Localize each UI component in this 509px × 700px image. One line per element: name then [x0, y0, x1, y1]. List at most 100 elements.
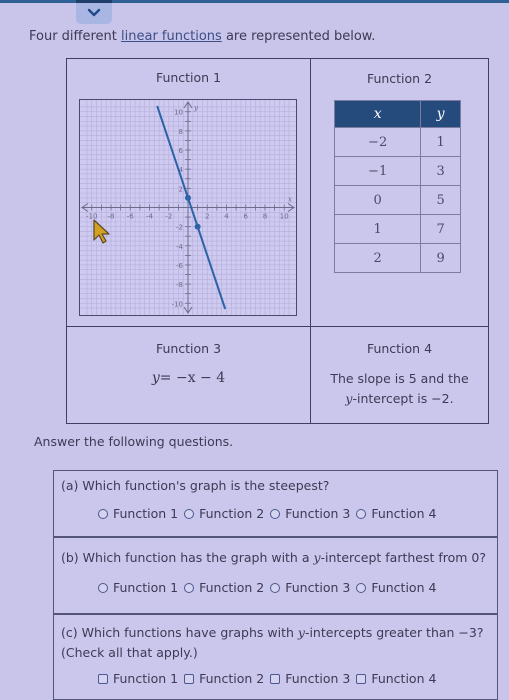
cell-x: 0 — [333, 185, 422, 215]
question-c-text-after: -intercepts greater than −3? — [304, 625, 484, 640]
option-label: Function 3 — [285, 580, 351, 595]
x-tick-label: -2 — [165, 213, 172, 221]
chevron-down-icon — [87, 8, 101, 16]
cell-x: −2 — [333, 127, 422, 157]
checkbox[interactable] — [98, 673, 108, 684]
option-label: Function 1 — [113, 580, 179, 595]
question-c-option-1[interactable]: Function 1 — [98, 671, 178, 686]
function-4-cell: Function 4 The slope is 5 and the y-inte… — [311, 327, 488, 423]
y-tick-label: -6 — [176, 262, 184, 270]
cell-y: 9 — [420, 243, 461, 273]
radio-button[interactable] — [98, 582, 108, 593]
cell-x: 1 — [333, 214, 422, 244]
intro-text: Four different linear functions are repr… — [29, 29, 375, 44]
function-1-title: Function 1 — [155, 70, 222, 85]
description-line-1: The slope is 5 and the — [330, 371, 469, 386]
radio-button[interactable] — [356, 582, 367, 593]
cell-x: 2 — [333, 243, 422, 273]
question-b: (b) Which function has the graph with a … — [53, 537, 498, 614]
question-a-text: (a) Which function's graph is the steepe… — [61, 478, 330, 493]
option-label: Function 4 — [371, 506, 437, 521]
checkbox[interactable] — [270, 673, 281, 684]
function-4-title: Function 4 — [366, 341, 433, 356]
function-4-description: The slope is 5 and the y-intercept is −2… — [311, 369, 488, 409]
question-b-option-2[interactable]: Function 2 — [184, 580, 264, 595]
question-b-option-4[interactable]: Function 4 — [356, 580, 436, 595]
table-row: 05 — [333, 185, 461, 215]
radio-button[interactable] — [184, 582, 195, 593]
question-a-options: Function 1 Function 2 Function 3 Function 4 — [98, 506, 436, 521]
question-a-option-2[interactable]: Function 2 — [184, 506, 264, 521]
question-b-text-before: (b) Which function has the graph with a — [61, 550, 314, 565]
question-c-line-2: (Check all that apply.) — [61, 645, 198, 660]
header-x: x — [333, 100, 422, 128]
table-row: −1 3 — [333, 156, 461, 186]
description-line-2: y-intercept is −2. — [311, 389, 488, 409]
intro-before: Four different — [29, 29, 122, 44]
header-y: y — [420, 100, 461, 128]
x-tick-label: 4 — [224, 213, 229, 221]
linear-functions-link[interactable]: linear functions — [121, 29, 222, 44]
option-label: Function 4 — [371, 671, 437, 686]
option-label: Function 2 — [199, 580, 265, 595]
radio-button[interactable] — [98, 508, 108, 519]
answer-instructions: Answer the following questions. — [34, 434, 234, 449]
question-c-options: Function 1 Function 2 Function 3 Function 4 — [98, 671, 436, 686]
radio-button[interactable] — [270, 582, 281, 593]
option-label: Function 4 — [371, 580, 437, 595]
question-b-option-1[interactable]: Function 1 — [98, 580, 178, 595]
x-tick-label: 6 — [244, 213, 249, 221]
x-tick-label: 8 — [263, 213, 267, 221]
function-1-cell: Function 1 -10 -8 -6 -4 -2 2 4 6 8 10 10 8 6 4 2 -2 -4 -6… — [67, 59, 311, 327]
y-tick-label: 6 — [179, 147, 184, 155]
table-row: 17 — [333, 214, 461, 244]
question-a-option-3[interactable]: Function 3 — [270, 506, 350, 521]
question-c-text: (c) Which functions have graphs with y-i… — [61, 623, 484, 663]
function-3-cell: Function 3 y= −x − 4 — [67, 327, 311, 423]
checkbox[interactable] — [356, 673, 367, 684]
cell-y: 5 — [420, 185, 461, 215]
cell-y: 7 — [420, 214, 461, 244]
plotted-point — [194, 223, 201, 230]
function-3-equation: y= −x − 4 — [67, 370, 310, 386]
question-b-option-3[interactable]: Function 3 — [270, 580, 350, 595]
checkbox[interactable] — [184, 673, 195, 684]
cell-y: 1 — [420, 127, 461, 157]
radio-button[interactable] — [270, 508, 281, 519]
y-tick-label: -10 — [172, 300, 183, 308]
question-c-option-3[interactable]: Function 3 — [270, 671, 350, 686]
cell-y: 3 — [420, 156, 461, 186]
radio-button[interactable] — [356, 508, 367, 519]
question-b-options: Function 1 Function 2 Function 3 Function 4 — [98, 580, 436, 595]
functions-table: Function 1 -10 -8 -6 -4 -2 2 4 6 8 10 10 8 6 4 2 -2 -4 -6… — [66, 58, 489, 424]
question-a: (a) Which function's graph is the steepe… — [53, 470, 498, 537]
question-c: (c) Which functions have graphs with y-i… — [53, 614, 498, 700]
question-a-option-4[interactable]: Function 4 — [356, 506, 436, 521]
y-tick-label: 10 — [174, 109, 183, 117]
equation-rhs: = −x − 4 — [159, 370, 226, 386]
table-row: −2 1 — [333, 127, 461, 157]
x-tick-label: -4 — [146, 213, 154, 221]
y-tick-label: 8 — [179, 128, 183, 136]
table-row: 29 — [333, 243, 461, 273]
intro-after: are represented below. — [221, 29, 376, 44]
x-axis-label: x — [288, 196, 292, 204]
question-c-option-4[interactable]: Function 4 — [356, 671, 436, 686]
equation-lhs: y — [151, 370, 160, 386]
plotted-point — [185, 194, 191, 201]
x-tick-label: 10 — [280, 213, 289, 221]
option-label: Function 2 — [199, 671, 265, 686]
function-2-title: Function 2 — [366, 71, 433, 86]
collapse-tab[interactable] — [76, 0, 112, 24]
question-b-text-after: -intercept farthest from 0? — [320, 550, 487, 565]
question-c-option-2[interactable]: Function 2 — [184, 671, 264, 686]
function-2-cell: Function 2 x y −2 1 −1 3 0 5 1 7 2 9 — [311, 59, 488, 327]
x-tick-label: 2 — [205, 213, 209, 221]
cell-x: −1 — [333, 156, 422, 186]
y-tick-label: -4 — [176, 243, 184, 251]
option-label: Function 2 — [199, 506, 265, 521]
mouse-cursor-icon — [93, 219, 110, 244]
question-a-option-1[interactable]: Function 1 — [98, 506, 178, 521]
radio-button[interactable] — [184, 508, 195, 519]
description-line-2-rest: -intercept is −2. — [352, 391, 454, 406]
